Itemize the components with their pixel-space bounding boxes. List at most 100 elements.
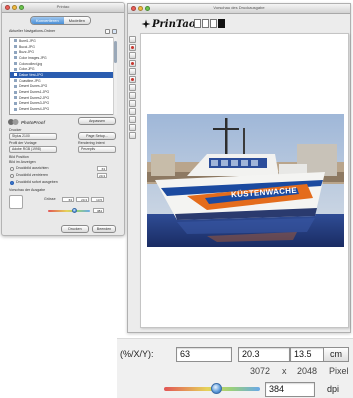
image-file-icon <box>14 107 17 111</box>
printer-select[interactable]: Stylus 2100 <box>9 133 57 140</box>
percent-field[interactable]: 63 <box>176 347 232 362</box>
file-list-scrollbar[interactable] <box>113 37 117 115</box>
pixel-width: 3072 <box>250 366 271 376</box>
image-file-icon <box>14 73 17 77</box>
folder-nav-icon[interactable] <box>112 29 117 34</box>
vertical-toolbar <box>129 36 137 156</box>
file-list-rows: Bureß.JPG Bucci.JPG Buzz.JPG Color Images.J… <box>10 38 116 112</box>
file-name: Buzz.JPG <box>19 50 35 55</box>
print-button[interactable]: Drucken <box>61 225 89 233</box>
profile-select[interactable]: Adobe RGB (1998) <box>9 146 57 153</box>
option-label-0: Druckbild ausrichten <box>16 166 49 170</box>
preview-window: Vorschau des Druckausgabe PrinTao KÜSTEN… <box>127 3 351 333</box>
pixel-height: 2048 <box>297 366 318 376</box>
option-radio-0[interactable] <box>10 166 14 171</box>
page-4-icon[interactable] <box>218 19 225 28</box>
anpassen-button[interactable]: Anpassen <box>78 117 116 125</box>
option-value-1[interactable]: 20.3 <box>97 173 107 178</box>
palette-titlebar: Printao <box>2 3 124 13</box>
photoproof-logo: PhotoProof <box>8 118 45 126</box>
preview-titlebar: Vorschau des Druckausgabe <box>128 4 350 14</box>
palette-title: Printao <box>56 4 70 9</box>
file-name: Coastline.JPG <box>19 78 41 83</box>
tool-grid-icon[interactable] <box>129 92 136 99</box>
image-file-icon <box>14 84 17 88</box>
file-name: Bucci.JPG <box>19 44 35 49</box>
mini-width-field[interactable]: 20.3 <box>76 197 89 202</box>
tool-fit-icon[interactable] <box>129 108 136 115</box>
percent-xy-label: (%/X/Y): <box>120 349 154 359</box>
file-list-item[interactable]: Desert Dunes4.JPG <box>10 106 116 112</box>
page-1-icon[interactable] <box>194 19 201 28</box>
tool-print-icon[interactable] <box>129 132 136 139</box>
option-label-2: Druckbild sofort ausgeben <box>16 180 58 184</box>
file-name: Colorcollect.jpg <box>19 61 43 66</box>
file-name: Bureß.JPG <box>19 38 36 43</box>
file-name: Desert Dunes2.JPG <box>19 95 50 100</box>
tool-color-icon[interactable] <box>129 100 136 107</box>
printao-palette-window: Printao Konvertieren Modellen Aktueller … <box>1 2 125 236</box>
image-file-icon <box>14 96 17 100</box>
photoproof-label: PhotoProof <box>21 119 45 125</box>
file-name: Color.JPG <box>19 67 35 72</box>
options-group: Druckbild ausrichten Druckbild zentriere… <box>10 166 58 185</box>
mini-height-field[interactable]: 13.5 <box>91 197 104 202</box>
file-name: Dakar Vest.JPG <box>19 72 44 77</box>
tool-text-icon[interactable] <box>129 84 136 91</box>
quit-button[interactable]: Beenden <box>92 225 116 233</box>
size-sub-label: Bild im Anzeigen <box>9 160 36 164</box>
boat-photo[interactable]: KÜSTENWACHE <box>147 114 344 247</box>
tab-konvertieren[interactable]: Konvertieren <box>31 17 64 24</box>
palette-tab-bar: Konvertieren Modellen <box>30 16 91 25</box>
option-label-1: Druckbild zentrieren <box>16 173 48 177</box>
tool-frame-icon[interactable] <box>129 76 136 83</box>
mini-slider-knob[interactable] <box>72 208 77 213</box>
dpi-field[interactable]: 384 <box>265 382 315 397</box>
image-file-icon <box>14 79 17 83</box>
image-file-icon <box>14 90 17 94</box>
resolution-slider-knob[interactable] <box>210 383 222 394</box>
option-value-0[interactable]: 63 <box>97 166 107 171</box>
file-name: Desert Dunes4.JPG <box>19 107 50 112</box>
file-list[interactable]: Bureß.JPG Bucci.JPG Buzz.JPG Color Images.J… <box>9 37 117 115</box>
tool-zoom-icon[interactable] <box>129 68 136 75</box>
rendering-select[interactable]: Perzeptiv <box>78 146 116 153</box>
tool-crop-icon[interactable] <box>129 44 136 51</box>
folder-label: Aktueller Navigations-Ordner <box>9 29 56 33</box>
image-file-icon <box>14 56 17 60</box>
boat-photo-image <box>147 114 344 247</box>
values-label: Grösse <box>44 197 56 201</box>
printao-brand: PrinTao <box>141 18 196 30</box>
preview-label: Vorschau der Ausgabe <box>9 188 46 192</box>
mini-dpi-field[interactable]: 384 <box>93 208 104 213</box>
file-name: Desert Dunes.JPG <box>19 84 48 89</box>
tool-info-icon[interactable] <box>129 124 136 131</box>
image-file-icon <box>14 101 17 105</box>
option-radio-1[interactable] <box>10 173 14 178</box>
tool-arrow-icon[interactable] <box>129 36 136 43</box>
page-2-icon[interactable] <box>202 19 209 28</box>
option-row-0[interactable]: Druckbild ausrichten <box>10 166 58 171</box>
unit-select[interactable]: cm <box>323 347 349 362</box>
printao-logo-icon <box>141 19 151 29</box>
option-row-1[interactable]: Druckbild zentrieren <box>10 173 58 178</box>
preview-thumbnail <box>9 195 23 209</box>
tool-rotate-icon[interactable] <box>129 52 136 59</box>
image-file-icon <box>14 45 17 49</box>
option-row-2[interactable]: Druckbild sofort ausgeben <box>10 180 58 185</box>
page-3-icon[interactable] <box>210 19 217 28</box>
scrollbar-thumb[interactable] <box>114 41 117 63</box>
file-name: Color Images.JPG <box>19 55 47 60</box>
page-setup-button[interactable]: Page Setup... <box>78 132 116 140</box>
folder-menu-icon[interactable] <box>105 29 110 34</box>
file-name: Desert Dunes3.JPG <box>19 101 50 106</box>
tool-center-icon[interactable] <box>129 116 136 123</box>
mini-percent-field[interactable]: 63 <box>62 197 74 202</box>
tab-modellen[interactable]: Modellen <box>63 17 90 24</box>
width-field[interactable]: 20.3 <box>238 347 290 362</box>
image-file-icon <box>14 67 17 71</box>
mini-resolution-slider[interactable] <box>48 210 90 212</box>
tool-mask-icon[interactable] <box>129 60 136 67</box>
pixel-unit: Pixel <box>329 366 349 376</box>
option-radio-2[interactable] <box>10 180 14 185</box>
